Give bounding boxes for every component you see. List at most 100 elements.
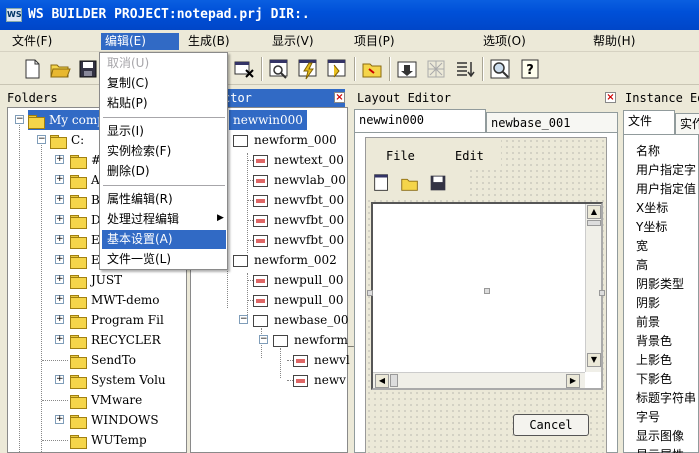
tree-item-folder[interactable]: E (70, 250, 100, 270)
menu-build[interactable]: 生成(B) (184, 33, 234, 50)
tree-item-folder[interactable]: E (70, 230, 100, 250)
tab-newbase-001[interactable]: newbase_001 (486, 112, 618, 134)
property-name[interactable]: 阴影类型 (636, 275, 684, 294)
menu-item-copy[interactable]: 复制(C) (102, 74, 226, 93)
expand-toggle[interactable]: + (55, 315, 64, 324)
list-sort-icon[interactable] (453, 57, 477, 81)
menu-item-procedure-edit[interactable]: 处理过程编辑 (102, 210, 226, 229)
collapse-toggle[interactable]: − (239, 315, 248, 324)
expand-toggle[interactable]: + (55, 215, 64, 224)
tab-file[interactable]: 文件 (623, 110, 675, 134)
scroll-left-icon[interactable]: ◀ (375, 374, 389, 388)
cancel-button[interactable]: Cancel (513, 414, 589, 436)
layout-canvas[interactable]: File Edit ▲ ▼ ◀ ▶ Cancel (354, 132, 618, 453)
tree-item-newwin000[interactable]: newwin000 (229, 110, 307, 130)
menu-item-file-list[interactable]: 文件一览(L) (102, 250, 226, 269)
scroll-up-icon[interactable]: ▲ (587, 205, 601, 219)
property-name[interactable]: 显示属性 (636, 446, 684, 453)
property-name[interactable]: Y坐标 (636, 218, 667, 237)
new-file-icon[interactable] (20, 57, 44, 81)
property-name[interactable]: 标题字符串 (636, 389, 696, 408)
property-name[interactable]: 背景色 (636, 332, 672, 351)
menu-item-property-edit[interactable]: 属性编辑(R) (102, 190, 226, 209)
tree-item-instance[interactable]: newform_000 (233, 130, 337, 150)
tree-item-instance[interactable]: newform_ (273, 330, 354, 350)
tab-newwin000[interactable]: newwin000 (354, 109, 486, 133)
form-text-area[interactable]: ▲ ▼ ◀ ▶ (371, 202, 603, 390)
vertical-scrollbar[interactable]: ▲ ▼ (585, 204, 601, 372)
expand-toggle[interactable]: + (55, 335, 64, 344)
menu-item-paste[interactable]: 粘贴(P) (102, 94, 226, 113)
collapse-toggle[interactable]: − (15, 115, 24, 124)
tree-item-folder[interactable]: System Volu (70, 370, 166, 390)
menu-item-find-instance[interactable]: 实例检索(F) (102, 142, 226, 161)
expand-toggle[interactable]: + (55, 255, 64, 264)
property-name[interactable]: X坐标 (636, 199, 668, 218)
tree-item-instance[interactable]: newtext_00 (253, 150, 344, 170)
property-name[interactable]: 上影色 (636, 351, 672, 370)
property-name[interactable]: 字号 (636, 408, 660, 427)
form-save-icon[interactable] (427, 172, 449, 194)
tree-item-instance[interactable]: newvlab_00 (253, 170, 346, 190)
tree-item-instance[interactable]: newbase_00 (253, 310, 348, 330)
tree-item-folder[interactable]: D (70, 210, 101, 230)
form-open-icon[interactable] (399, 172, 421, 194)
selection-handle[interactable] (599, 290, 605, 296)
menu-help[interactable]: 帮助(H) (589, 33, 639, 50)
close-icon[interactable]: × (605, 92, 616, 103)
expand-toggle[interactable]: + (55, 275, 64, 284)
menu-item-show[interactable]: 显示(I) (102, 122, 226, 141)
menu-options[interactable]: 选项(O) (479, 33, 530, 50)
property-name[interactable]: 用户指定值 (636, 180, 696, 199)
tab-implementation[interactable]: 实作 (675, 113, 699, 135)
expand-toggle[interactable]: + (55, 155, 64, 164)
menu-project[interactable]: 项目(P) (350, 33, 399, 50)
property-name[interactable]: 阴影 (636, 294, 660, 313)
property-name[interactable]: 下影色 (636, 370, 672, 389)
tree-item-folder[interactable]: A (70, 170, 100, 190)
tree-item-folder[interactable]: RECYCLER (70, 330, 161, 350)
expand-toggle[interactable]: + (55, 175, 64, 184)
property-name[interactable]: 宽 (636, 237, 648, 256)
preview-icon[interactable] (488, 57, 512, 81)
tree-item-folder[interactable]: MWT-demo (70, 290, 160, 310)
tree-item-folder[interactable]: VMware (70, 390, 142, 410)
tree-item-instance[interactable]: newform_002 (233, 250, 337, 270)
expand-toggle[interactable]: + (55, 295, 64, 304)
form-design-area[interactable]: File Edit ▲ ▼ ◀ ▶ Cancel (365, 137, 607, 453)
horizontal-scrollbar[interactable]: ◀ ▶ (373, 372, 585, 388)
menu-file[interactable]: 文件(F) (8, 33, 56, 50)
tree-item-folder[interactable]: B (70, 190, 100, 210)
tree-item-instance[interactable]: newvfbt_00 (253, 230, 344, 250)
tree-item-folder[interactable]: JUST (70, 270, 122, 290)
save-icon[interactable] (76, 57, 100, 81)
build-lightning-icon[interactable] (296, 57, 320, 81)
tree-item-folder[interactable]: Program Fil (70, 310, 164, 330)
window-search-icon[interactable] (267, 57, 291, 81)
tree-item-drive-c[interactable]: C: (50, 130, 84, 150)
menu-edit[interactable]: 编辑(E) (101, 33, 179, 50)
form-new-icon[interactable] (371, 172, 393, 194)
property-name[interactable]: 高 (636, 256, 648, 275)
generate-icon[interactable] (325, 57, 349, 81)
tree-item-instance[interactable]: newv (293, 370, 346, 390)
help-icon[interactable]: ? (518, 57, 542, 81)
property-name[interactable]: 前景 (636, 313, 660, 332)
scroll-right-icon[interactable]: ▶ (566, 374, 580, 388)
close-icon[interactable]: × (334, 92, 345, 103)
tree-item-instance[interactable]: newpull_00 (253, 290, 343, 310)
selection-handle[interactable] (484, 288, 490, 294)
form-menu-file[interactable]: File (386, 149, 415, 163)
expand-toggle[interactable]: + (55, 375, 64, 384)
expand-toggle[interactable]: + (55, 235, 64, 244)
tree-item-instance[interactable]: newvl (293, 350, 350, 370)
scroll-thumb[interactable] (390, 374, 398, 387)
collapse-toggle[interactable]: − (37, 135, 46, 144)
menu-item-delete[interactable]: 删除(D) (102, 162, 226, 181)
expand-toggle[interactable]: + (55, 415, 64, 424)
property-name[interactable]: 用户指定字 (636, 161, 696, 180)
selection-handle[interactable] (367, 290, 373, 296)
project-folder-icon[interactable] (360, 57, 384, 81)
tree-item-folder[interactable]: WINDOWS (70, 410, 159, 430)
open-folder-icon[interactable] (48, 57, 72, 81)
